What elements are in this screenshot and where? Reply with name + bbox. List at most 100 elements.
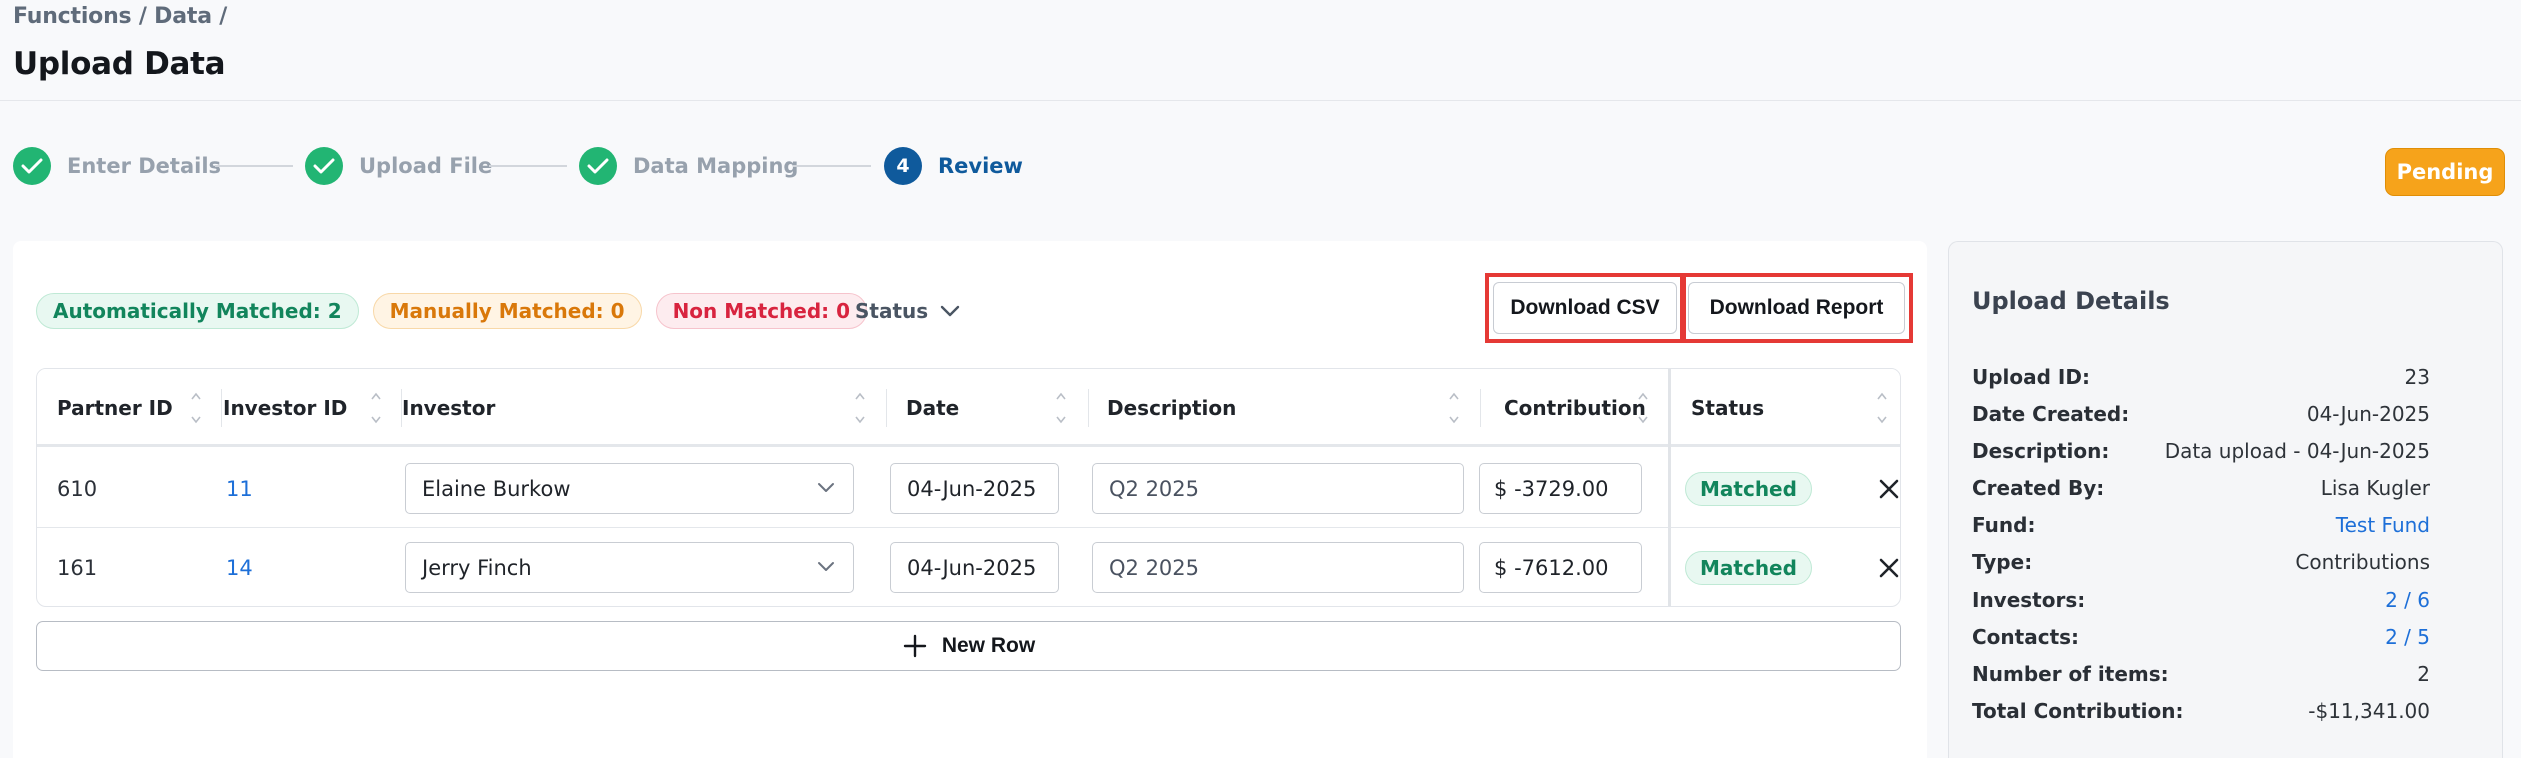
contribution-input[interactable]: $ -3729.00	[1479, 463, 1642, 514]
investor-id-link[interactable]: 14	[226, 528, 253, 606]
detail-label: Type:	[1972, 550, 2033, 574]
step-upload-file[interactable]: Upload File	[305, 146, 492, 186]
detail-type: Type: Contributions	[1972, 547, 2430, 577]
column-header-investor-id[interactable]: Investor ID	[203, 369, 347, 447]
contribution-value: -3729.00	[1514, 476, 1609, 501]
step-label: Upload File	[359, 154, 493, 178]
step-review[interactable]: 4 Review	[884, 146, 1023, 186]
detail-label: Created By:	[1972, 476, 2105, 500]
date-input[interactable]: 04-Jun-2025	[890, 542, 1059, 593]
currency-symbol: $	[1494, 476, 1508, 501]
detail-label: Total Contribution:	[1972, 699, 2184, 723]
column-divider	[221, 389, 222, 427]
detail-date-created: Date Created: 04-Jun-2025	[1972, 399, 2430, 429]
sort-icon[interactable]	[854, 389, 866, 427]
detail-created-by: Created By: Lisa Kugler	[1972, 473, 2430, 503]
description-value: Q2 2025	[1109, 555, 1200, 580]
check-icon	[13, 147, 51, 185]
detail-label: Date Created:	[1972, 402, 2130, 426]
chevron-down-icon	[818, 483, 834, 492]
investors-link[interactable]: 2 / 6	[2385, 588, 2430, 612]
column-header-contribution[interactable]: Contribution	[1484, 369, 1646, 447]
sort-icon[interactable]	[1876, 389, 1888, 427]
review-card: Automatically Matched: 2 Manually Matche…	[13, 241, 1927, 758]
status-filter-dropdown[interactable]: Status	[855, 293, 960, 329]
detail-value: Contributions	[2295, 550, 2430, 574]
date-value: 04-Jun-2025	[907, 476, 1037, 501]
description-input[interactable]: Q2 2025	[1092, 463, 1464, 514]
column-divider	[886, 389, 887, 427]
investor-id-link[interactable]: 11	[226, 449, 253, 528]
breadcrumb[interactable]: Functions / Data /	[13, 4, 227, 29]
download-csv-button[interactable]: Download CSV	[1493, 282, 1677, 334]
step-label: Data Mapping	[633, 154, 799, 178]
download-report-button[interactable]: Download Report	[1688, 282, 1905, 334]
manual-matched-chip[interactable]: Manually Matched: 0	[372, 293, 642, 329]
upload-table: Partner ID Investor ID Investor Date Des…	[36, 368, 1901, 607]
description-input[interactable]: Q2 2025	[1092, 542, 1464, 593]
matched-status-badge: Matched	[1685, 472, 1812, 506]
panel-title: Upload Details	[1972, 287, 2170, 315]
contacts-link[interactable]: 2 / 5	[2385, 625, 2430, 649]
detail-investors: Investors: 2 / 6	[1972, 585, 2430, 615]
detail-label: Contacts:	[1972, 625, 2080, 649]
sort-icon[interactable]	[1448, 389, 1460, 427]
chevron-down-icon	[818, 562, 834, 571]
new-row-button[interactable]: New Row	[36, 621, 1901, 671]
fund-link[interactable]: Test Fund	[2336, 513, 2430, 537]
detail-label: Fund:	[1972, 513, 2036, 537]
detail-value: 23	[2404, 365, 2430, 389]
upload-details-panel: Upload Details Upload ID: 23 Date Create…	[1948, 241, 2503, 758]
status-column-divider	[1668, 369, 1671, 606]
investor-select-value: Jerry Finch	[422, 555, 532, 580]
detail-total-contribution: Total Contribution: -$11,341.00	[1972, 696, 2430, 726]
matched-status-badge: Matched	[1685, 551, 1812, 585]
detail-label: Number of items:	[1972, 662, 2169, 686]
contribution-input[interactable]: $ -7612.00	[1479, 542, 1642, 593]
auto-matched-chip[interactable]: Automatically Matched: 2	[36, 293, 359, 329]
step-data-mapping[interactable]: Data Mapping	[579, 146, 798, 186]
detail-label: Description:	[1972, 439, 2110, 463]
sort-icon[interactable]	[1637, 389, 1649, 427]
step-connector	[215, 165, 293, 167]
new-row-label: New Row	[941, 634, 1036, 657]
detail-value: -$11,341.00	[2308, 699, 2430, 723]
status-filter-label: Status	[855, 299, 929, 323]
column-divider	[1480, 389, 1481, 427]
non-matched-chip[interactable]: Non Matched: 0	[655, 293, 868, 329]
contribution-value: -7612.00	[1514, 555, 1609, 580]
date-input[interactable]: 04-Jun-2025	[890, 463, 1059, 514]
detail-value: 04-Jun-2025	[2306, 402, 2430, 426]
currency-symbol: $	[1494, 555, 1508, 580]
detail-label: Investors:	[1972, 588, 2086, 612]
table-row: 610 11 Elaine Burkow 04-Jun-2025 Q2 2025…	[37, 449, 1900, 528]
description-value: Q2 2025	[1109, 476, 1200, 501]
column-header-date[interactable]: Date	[886, 369, 959, 447]
sort-icon[interactable]	[1055, 389, 1067, 427]
close-icon[interactable]	[1875, 475, 1901, 503]
sort-icon[interactable]	[370, 389, 382, 427]
plus-icon	[903, 634, 927, 658]
column-divider	[401, 389, 402, 427]
investor-select[interactable]: Jerry Finch	[405, 542, 854, 593]
close-icon[interactable]	[1875, 554, 1901, 582]
column-header-investor[interactable]: Investor	[382, 369, 495, 447]
sort-icon[interactable]	[190, 389, 202, 427]
date-value: 04-Jun-2025	[907, 555, 1037, 580]
partner-id-cell: 161	[57, 555, 98, 580]
step-label: Review	[938, 154, 1023, 178]
table-row: 161 14 Jerry Finch 04-Jun-2025 Q2 2025 $…	[37, 528, 1901, 606]
column-header-status[interactable]: Status	[1671, 369, 1764, 447]
step-enter-details[interactable]: Enter Details	[13, 146, 221, 186]
detail-number-of-items: Number of items: 2	[1972, 659, 2430, 689]
step-connector	[489, 165, 567, 167]
check-icon	[305, 147, 343, 185]
column-header-description[interactable]: Description	[1087, 369, 1236, 447]
investor-select-value: Elaine Burkow	[422, 476, 571, 501]
detail-value: Lisa Kugler	[2320, 476, 2430, 500]
investor-select[interactable]: Elaine Burkow	[405, 463, 854, 514]
column-header-partner-id[interactable]: Partner ID	[37, 369, 173, 447]
step-connector	[793, 165, 871, 167]
detail-contacts: Contacts: 2 / 5	[1972, 622, 2430, 652]
detail-fund: Fund: Test Fund	[1972, 510, 2430, 540]
